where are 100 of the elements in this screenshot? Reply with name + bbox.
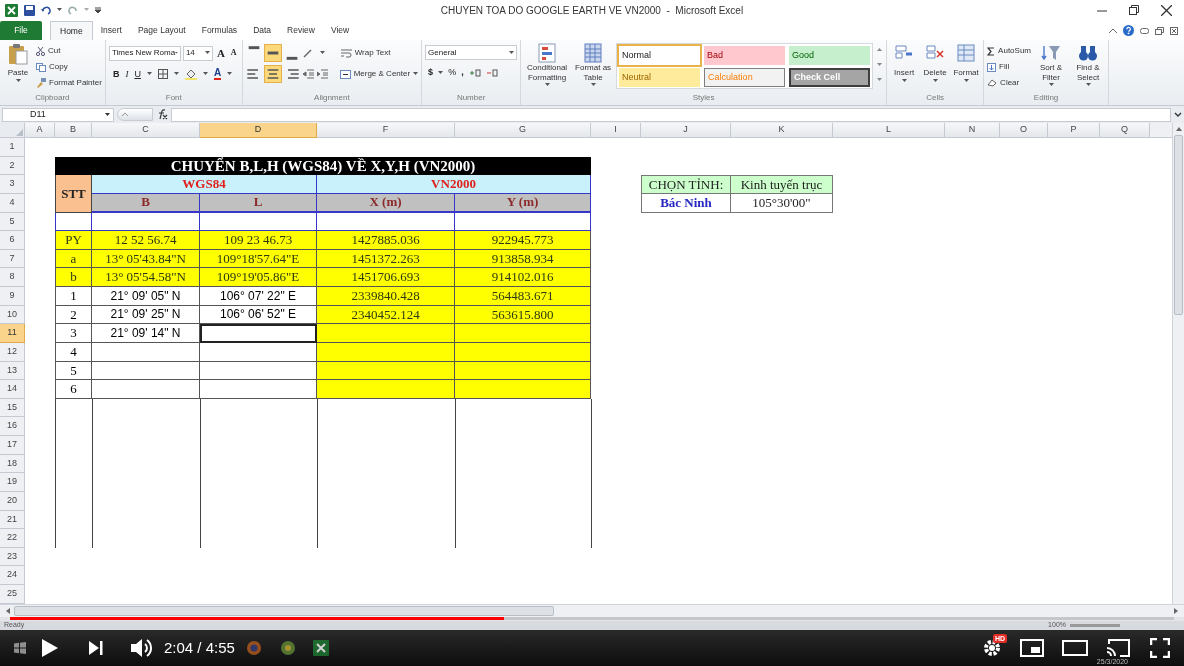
- increase-indent-icon[interactable]: [316, 69, 328, 79]
- row-header[interactable]: 16: [0, 417, 25, 436]
- shrink-font-button[interactable]: A: [228, 47, 239, 60]
- column-header[interactable]: C: [92, 123, 200, 138]
- ribbon-tab[interactable]: Insert: [92, 21, 130, 40]
- horizontal-align-icon[interactable]: [264, 66, 281, 82]
- row-header[interactable]: 17: [0, 436, 25, 455]
- column-header[interactable]: N: [945, 123, 1000, 138]
- cut-button[interactable]: Cut: [36, 43, 102, 59]
- column-header[interactable]: D: [200, 123, 317, 138]
- function-icon[interactable]: [156, 109, 168, 120]
- paste-button[interactable]: Paste: [3, 43, 33, 92]
- row-header[interactable]: 3: [0, 175, 25, 194]
- collapse-ribbon-icon[interactable]: [1109, 27, 1117, 34]
- borders-icon[interactable]: [157, 69, 168, 80]
- selected-cell[interactable]: [200, 324, 317, 343]
- column-header[interactable]: G: [455, 123, 591, 138]
- row-header[interactable]: 11: [0, 324, 25, 343]
- cells-button[interactable]: Format: [952, 43, 981, 92]
- miniplayer-icon[interactable]: [1020, 638, 1044, 657]
- ribbon-tab[interactable]: Data: [245, 21, 280, 40]
- fullscreen-icon[interactable]: [1150, 637, 1170, 658]
- font-family-field[interactable]: Times New Roma: [108, 45, 181, 61]
- increase-decimal-icon[interactable]: [468, 67, 481, 78]
- scroll-up-icon[interactable]: [1174, 125, 1183, 133]
- ribbon-tab[interactable]: Review: [279, 21, 323, 40]
- format-painter-button[interactable]: Format Painter: [36, 75, 102, 91]
- autosum-button[interactable]: AutoSum: [987, 43, 1031, 59]
- column-header[interactable]: B: [55, 123, 92, 138]
- italic-button[interactable]: I: [125, 67, 129, 81]
- cast-icon[interactable]: [1106, 638, 1130, 657]
- scrollbar-thumb[interactable]: [1174, 135, 1183, 315]
- row-header[interactable]: 8: [0, 268, 25, 287]
- currency-button[interactable]: $: [428, 66, 434, 80]
- cell-style-tile[interactable]: Neutral: [619, 68, 701, 87]
- row-header[interactable]: 19: [0, 473, 25, 492]
- percent-button[interactable]: %: [448, 66, 457, 80]
- row-header[interactable]: 6: [0, 231, 25, 250]
- fill-color-icon[interactable]: [184, 68, 197, 80]
- decrease-indent-icon[interactable]: [302, 69, 314, 79]
- ribbon-tab[interactable]: View: [322, 21, 358, 40]
- column-header[interactable]: I: [591, 123, 641, 138]
- cells-button[interactable]: Delete: [921, 43, 950, 92]
- app-icon[interactable]: [280, 640, 295, 655]
- column-header[interactable]: O: [1000, 123, 1048, 138]
- cell-style-tile[interactable]: Bad: [704, 46, 786, 65]
- column-header[interactable]: Q: [1100, 123, 1150, 138]
- row-header[interactable]: 24: [0, 566, 25, 585]
- wrap-text-button[interactable]: Wrap Text: [340, 45, 391, 61]
- column-header[interactable]: P: [1048, 123, 1100, 138]
- scrollbar-thumb[interactable]: [14, 605, 554, 616]
- find-select-button[interactable]: Find & Select: [1071, 43, 1105, 92]
- cells-button[interactable]: Insert: [890, 43, 919, 92]
- column-header[interactable]: A: [25, 123, 55, 138]
- excel-icon[interactable]: [5, 3, 18, 17]
- underline-button[interactable]: U: [134, 67, 141, 81]
- play-icon[interactable]: [40, 637, 60, 658]
- help-icon[interactable]: [1123, 25, 1134, 36]
- row-header[interactable]: 25: [0, 585, 25, 604]
- column-header[interactable]: F: [317, 123, 455, 138]
- font-color-button[interactable]: A: [213, 68, 222, 81]
- save-icon[interactable]: [24, 4, 35, 16]
- bold-button[interactable]: B: [112, 67, 120, 81]
- cell-style-tile[interactable]: Good: [789, 46, 871, 65]
- clear-button[interactable]: Clear: [987, 75, 1031, 91]
- name-box[interactable]: D11: [2, 107, 114, 122]
- row-header[interactable]: 14: [0, 380, 25, 399]
- browser-icon[interactable]: [246, 640, 261, 655]
- theater-mode-icon[interactable]: [1062, 639, 1088, 656]
- copy-button[interactable]: Copy: [36, 59, 102, 75]
- next-icon[interactable]: [88, 639, 104, 656]
- font-size-field[interactable]: 14: [182, 45, 213, 61]
- windows-icon[interactable]: [14, 641, 26, 654]
- scroll-left-icon[interactable]: [4, 606, 12, 615]
- column-header[interactable]: L: [833, 123, 945, 138]
- format-as-table-button[interactable]: Format as Table: [573, 43, 614, 92]
- restore-icon[interactable]: [1155, 26, 1164, 35]
- undo-icon[interactable]: [41, 5, 51, 15]
- sort-filter-button[interactable]: Sort & Filter: [1034, 43, 1068, 92]
- row-header[interactable]: 1: [0, 138, 25, 157]
- comma-button[interactable]: ,: [461, 66, 464, 80]
- close-icon[interactable]: [1161, 4, 1172, 16]
- number-format-field[interactable]: General: [425, 45, 518, 60]
- ribbon-tab[interactable]: Home: [50, 21, 93, 40]
- row-header[interactable]: 9: [0, 287, 25, 306]
- restore-icon[interactable]: [1129, 5, 1139, 15]
- expand-icon[interactable]: [122, 112, 128, 117]
- fill-button[interactable]: Fill: [987, 59, 1031, 75]
- column-header[interactable]: J: [641, 123, 731, 138]
- row-header[interactable]: 22: [0, 529, 25, 548]
- decrease-decimal-icon[interactable]: [485, 67, 498, 78]
- excel-icon[interactable]: [312, 639, 329, 656]
- column-header[interactable]: K: [731, 123, 833, 138]
- customize-icon[interactable]: [95, 7, 101, 13]
- ribbon-tab[interactable]: Page Layout: [129, 21, 194, 40]
- ribbon-tab[interactable]: Formulas: [193, 21, 246, 40]
- merge-center-button[interactable]: Merge & Center: [339, 66, 411, 82]
- expand-formula-icon[interactable]: [1174, 110, 1182, 119]
- formula-input[interactable]: [171, 107, 1171, 122]
- scroll-right-icon[interactable]: [1172, 606, 1180, 615]
